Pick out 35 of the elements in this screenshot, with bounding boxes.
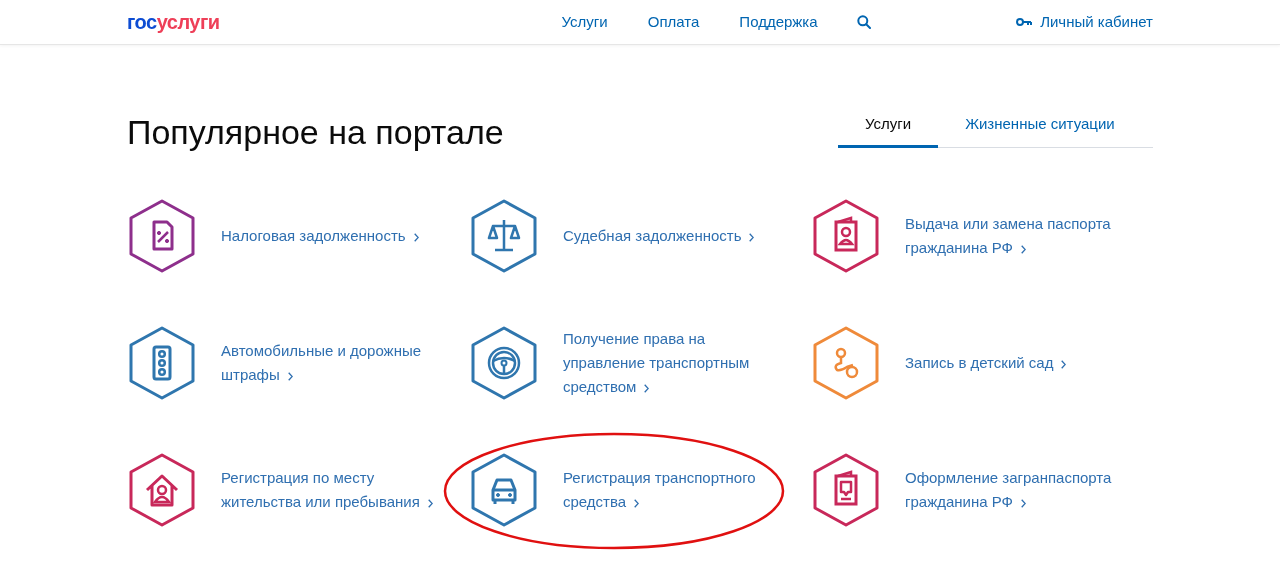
account-link[interactable]: Личный кабинет (1016, 10, 1153, 34)
nav-link[interactable]: Поддержка (739, 10, 818, 34)
steering-wheel-icon[interactable] (469, 325, 539, 401)
chevron-icon (1061, 359, 1067, 369)
logo[interactable]: госуслуги (127, 12, 220, 32)
traffic-light-icon[interactable] (127, 325, 197, 401)
service-link[interactable]: Регистрация по месту жительства или пребывания (221, 466, 433, 514)
chevron-icon (1021, 498, 1026, 508)
passport-icon[interactable] (811, 198, 881, 274)
nav-link[interactable]: Услуги (561, 10, 608, 34)
chevron-icon (427, 498, 433, 508)
chevron-icon (634, 498, 640, 508)
service-link[interactable]: Выдача или замена паспорта гражданина РФ (905, 212, 1111, 260)
passport-icon[interactable] (811, 452, 881, 528)
tab[interactable]: Услуги (838, 104, 939, 148)
chevron-icon (644, 383, 650, 393)
car-icon[interactable] (469, 452, 539, 528)
service-link[interactable]: Запись в детский сад (905, 351, 1067, 375)
scales-icon[interactable] (469, 198, 539, 274)
key-icon (1016, 18, 1033, 26)
page-title: Популярное на портале (127, 112, 504, 153)
nav-link[interactable]: Оплата (647, 10, 700, 34)
house-person-icon[interactable] (127, 452, 197, 528)
search-icon[interactable] (856, 15, 871, 29)
service-link[interactable]: Автомобильные и дорожные штрафы (221, 339, 422, 387)
chevron-icon (413, 232, 419, 242)
service-link[interactable]: Оформление загранпаспорта гражданина РФ (905, 466, 1112, 514)
service-link[interactable]: Налоговая задолженность (221, 224, 419, 248)
tax-document-icon[interactable] (127, 198, 197, 274)
chevron-icon (749, 232, 755, 242)
chevron-icon (1021, 244, 1026, 254)
service-link[interactable]: Судебная задолженность (563, 224, 755, 248)
tab[interactable]: Жизненные ситуации (938, 104, 1142, 148)
chevron-icon (287, 371, 293, 381)
service-link[interactable]: Получение права на управление транспортным средством (563, 327, 750, 399)
